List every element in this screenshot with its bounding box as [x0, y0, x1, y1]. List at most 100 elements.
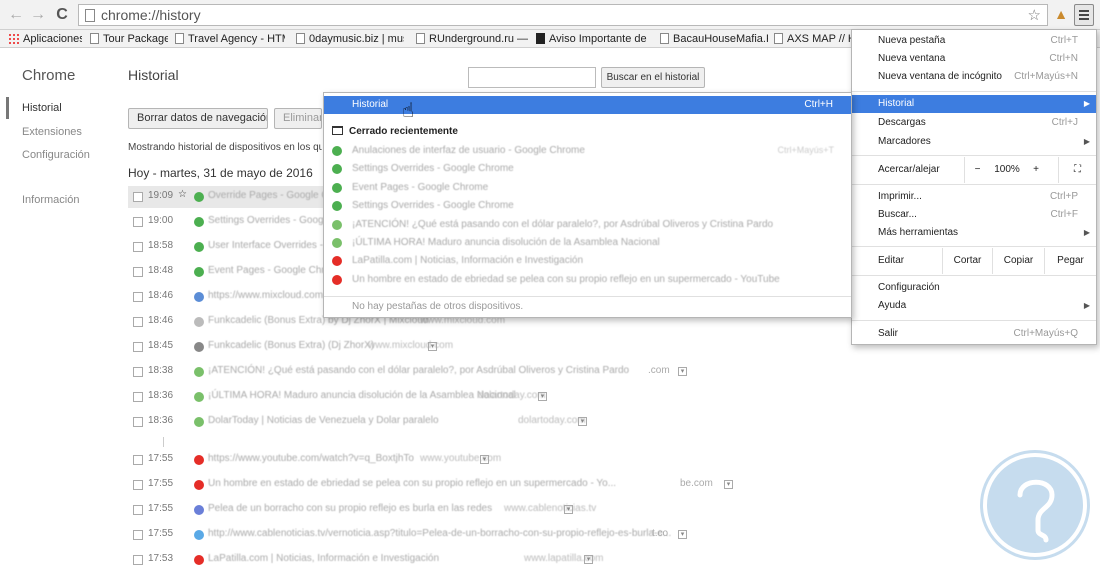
row-menu-arrow-icon[interactable]: ▾ [678, 367, 687, 376]
row-checkbox[interactable] [133, 392, 143, 402]
menu-help[interactable]: Ayuda ▶ [852, 297, 1096, 315]
bookmark-item[interactable]: BacauHouseMafia.Ro [660, 32, 768, 46]
row-title[interactable]: ¡ÚLTIMA HORA! Maduro anuncia disolución … [208, 390, 516, 401]
row-checkbox[interactable] [133, 342, 143, 352]
sidebar-item-settings[interactable]: Configuración [22, 149, 90, 161]
row-menu-arrow-icon[interactable]: ▾ [724, 480, 733, 489]
cut-button[interactable]: Cortar [942, 248, 992, 274]
bookmark-item[interactable]: Travel Agency - HTML [175, 32, 285, 46]
row-checkbox[interactable] [133, 530, 143, 540]
search-history-button[interactable]: Buscar en el historial [601, 67, 705, 88]
menu-settings[interactable]: Configuración [852, 279, 1096, 297]
history-row[interactable]: 18:45 Funkcadelic (Bonus Extra) (Dj ZhorX… [128, 336, 688, 358]
recently-closed-item[interactable]: Settings Overrides - Google Chrome [330, 197, 840, 215]
menu-incognito[interactable]: Nueva ventana de incógnito Ctrl+Mayús+N [852, 68, 1096, 86]
row-checkbox[interactable] [133, 555, 143, 565]
extension-icon[interactable]: ▲ [1052, 6, 1070, 24]
row-checkbox[interactable] [133, 192, 143, 202]
menu-more-tools[interactable]: Más herramientas ▶ [852, 224, 1096, 242]
row-checkbox[interactable] [133, 505, 143, 515]
history-row[interactable]: 17:55 https://www.youtube.com/watch?v=q_B… [128, 449, 688, 471]
recently-closed-item[interactable]: Event Pages - Google Chrome [330, 179, 840, 197]
bookmark-item[interactable]: 0daymusic.biz | music [296, 32, 404, 46]
bookmark-item[interactable]: Tour Package [90, 32, 168, 46]
row-checkbox[interactable] [133, 417, 143, 427]
star-icon[interactable]: ☆ [1028, 6, 1041, 24]
row-checkbox[interactable] [133, 455, 143, 465]
menu-history[interactable]: Historial ▶ [852, 95, 1096, 113]
row-title[interactable]: ¡ATENCIÓN! ¿Qué está pasando con el dóla… [208, 365, 629, 376]
history-row[interactable]: 19:09 ☆ Override Pages - Google Chrome [128, 186, 357, 208]
bookmark-item[interactable]: RUnderground.ru — [416, 32, 528, 46]
history-row[interactable]: 17:53 LaPatilla.com | Noticias, Informaci… [128, 549, 688, 571]
row-menu-arrow-icon[interactable]: ▾ [428, 342, 437, 351]
star-icon[interactable]: ☆ [178, 189, 187, 200]
row-title[interactable]: LaPatilla.com | Noticias, Información e … [208, 553, 439, 564]
row-title[interactable]: Pelea de un borracho con su propio refle… [208, 503, 492, 514]
zoom-in-button[interactable]: + [1024, 157, 1048, 183]
row-time: 18:36 [148, 415, 174, 426]
row-menu-arrow-icon[interactable]: ▾ [480, 455, 489, 464]
row-title[interactable]: DolarToday | Noticias de Venezuela y Dol… [208, 415, 439, 426]
row-time: 18:46 [148, 315, 174, 326]
row-checkbox[interactable] [133, 242, 143, 252]
fullscreen-icon[interactable]: ⛶ [1058, 157, 1096, 183]
bookmark-item[interactable]: AXS MAP // H [774, 32, 854, 46]
row-menu-arrow-icon[interactable]: ▾ [678, 530, 687, 539]
url-text[interactable]: chrome://history [101, 7, 201, 23]
row-title[interactable]: Funkcadelic (Bonus Extra) (Dj ZhorX) [208, 340, 374, 351]
menu-find[interactable]: Buscar... Ctrl+F [852, 206, 1096, 224]
row-menu-arrow-icon[interactable]: ▾ [538, 392, 547, 401]
row-time: 17:53 [148, 553, 174, 564]
clear-browsing-data-button[interactable]: Borrar datos de navegación... [128, 108, 268, 129]
menu-new-window[interactable]: Nueva ventana Ctrl+N [852, 50, 1096, 68]
history-row[interactable]: 18:38 ¡ATENCIÓN! ¿Qué está pasando con el… [128, 361, 688, 383]
recently-closed-item[interactable]: ¡ÚLTIMA HORA! Maduro anuncia disolución … [330, 234, 840, 252]
menu-bookmarks[interactable]: Marcadores ▶ [852, 133, 1096, 151]
bookmark-apps[interactable]: Aplicaciones [8, 32, 82, 46]
row-title[interactable]: Un hombre en estado de ebriedad se pelea… [208, 478, 616, 489]
row-checkbox[interactable] [133, 217, 143, 227]
favicon-icon [194, 217, 204, 227]
row-menu-arrow-icon[interactable]: ▾ [564, 505, 573, 514]
row-title[interactable]: https://www.mixcloud.com [208, 290, 323, 301]
history-row[interactable]: 18:36 ¡ÚLTIMA HORA! Maduro anuncia disolu… [128, 386, 688, 408]
row-checkbox[interactable] [133, 367, 143, 377]
history-row[interactable]: 17:55 http://www.cablenoticias.tv/vernoti… [128, 524, 688, 546]
recently-closed-item[interactable]: Anulaciones de interfaz de usuario - Goo… [330, 142, 840, 160]
zoom-out-button[interactable]: − [964, 157, 990, 183]
menu-exit[interactable]: Salir Ctrl+Mayús+Q [852, 325, 1096, 343]
remove-selected-button[interactable]: Eliminar e [274, 108, 322, 129]
recently-closed-item[interactable]: LaPatilla.com | Noticias, Información e … [330, 252, 840, 270]
row-checkbox[interactable] [133, 480, 143, 490]
row-menu-arrow-icon[interactable]: ▾ [584, 555, 593, 564]
row-checkbox[interactable] [133, 267, 143, 277]
history-row[interactable]: 17:55 Pelea de un borracho con su propio … [128, 499, 688, 521]
reload-icon[interactable]: C [52, 5, 72, 25]
row-checkbox[interactable] [133, 292, 143, 302]
row-title[interactable]: http://www.cablenoticias.tv/vernoticia.a… [208, 528, 671, 539]
menu-new-tab[interactable]: Nueva pestaña Ctrl+T [852, 32, 1096, 50]
menu-print[interactable]: Imprimir... Ctrl+P [852, 188, 1096, 206]
recently-closed-item[interactable]: ¡ATENCIÓN! ¿Qué está pasando con el dóla… [330, 216, 840, 234]
paste-button[interactable]: Pegar [1044, 248, 1096, 274]
row-checkbox[interactable] [133, 317, 143, 327]
menu-downloads[interactable]: Descargas Ctrl+J [852, 114, 1096, 132]
row-title[interactable]: https://www.youtube.com/watch?v=q_Boxtjh… [208, 453, 414, 464]
history-row[interactable]: 18:36 DolarToday | Noticias de Venezuela … [128, 411, 688, 433]
history-search-input[interactable] [468, 67, 596, 88]
sidebar-item-extensions[interactable]: Extensiones [22, 126, 82, 138]
sidebar-item-history[interactable]: Historial [22, 102, 62, 114]
apps-icon [8, 33, 19, 44]
recently-closed-item[interactable]: Un hombre en estado de ebriedad se pelea… [330, 271, 840, 289]
forward-arrow-icon[interactable]: → [28, 5, 48, 25]
address-bar[interactable]: chrome://history ☆ [78, 4, 1048, 26]
back-arrow-icon[interactable]: ← [6, 5, 26, 25]
copy-button[interactable]: Copiar [992, 248, 1044, 274]
chrome-menu-button[interactable] [1074, 4, 1094, 26]
history-row[interactable]: 17:55 Un hombre en estado de ebriedad se … [128, 474, 733, 496]
recently-closed-item[interactable]: Settings Overrides - Google Chrome [330, 160, 840, 178]
row-menu-arrow-icon[interactable]: ▾ [578, 417, 587, 426]
sidebar-item-info[interactable]: Información [22, 194, 79, 206]
bookmark-item[interactable]: Aviso Importante de [536, 32, 648, 46]
